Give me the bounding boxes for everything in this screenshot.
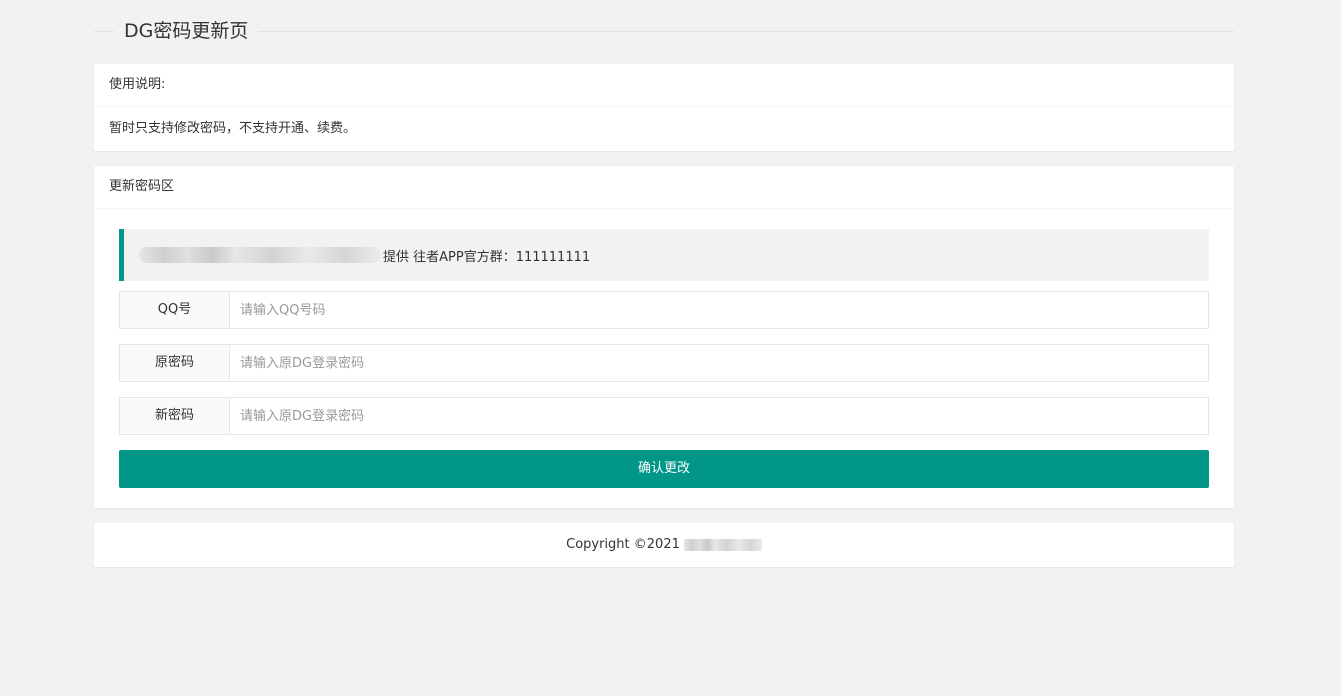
page-title-bar: DG密码更新页: [94, 0, 1234, 48]
password-card-header: 更新密码区: [94, 166, 1234, 209]
page-title: DG密码更新页: [114, 17, 259, 45]
copyright-text: Copyright ©2021: [566, 537, 680, 552]
footer: Copyright ©2021: [94, 523, 1234, 567]
password-card: 更新密码区 提供 往者APP官方群：111111111 QQ号 原密码 新密码 …: [94, 166, 1234, 508]
qq-input[interactable]: [230, 292, 1208, 328]
notice-quote: 提供 往者APP官方群：111111111: [119, 229, 1209, 281]
page-container: DG密码更新页 使用说明: 暂时只支持修改密码，不支持开通、续费。 更新密码区 …: [94, 0, 1234, 582]
old-password-field-row: 原密码: [119, 344, 1209, 382]
redacted-owner: [683, 538, 762, 551]
usage-card: 使用说明: 暂时只支持修改密码，不支持开通、续费。: [94, 64, 1234, 151]
qq-field-row: QQ号: [119, 291, 1209, 329]
usage-card-header: 使用说明:: [94, 64, 1234, 107]
qq-field-label: QQ号: [120, 292, 230, 328]
title-divider: [94, 31, 1234, 32]
confirm-change-button[interactable]: 确认更改: [119, 450, 1209, 488]
new-password-field-row: 新密码: [119, 397, 1209, 435]
usage-card-body: 暂时只支持修改密码，不支持开通、续费。: [109, 121, 357, 136]
old-password-input[interactable]: [230, 345, 1208, 381]
notice-text: 提供 往者APP官方群：111111111: [383, 249, 591, 265]
new-password-input[interactable]: [230, 398, 1208, 434]
old-password-label: 原密码: [120, 345, 230, 381]
redacted-text: [139, 247, 381, 263]
password-form: 提供 往者APP官方群：111111111 QQ号 原密码 新密码 确认更改: [94, 209, 1234, 508]
new-password-label: 新密码: [120, 398, 230, 434]
